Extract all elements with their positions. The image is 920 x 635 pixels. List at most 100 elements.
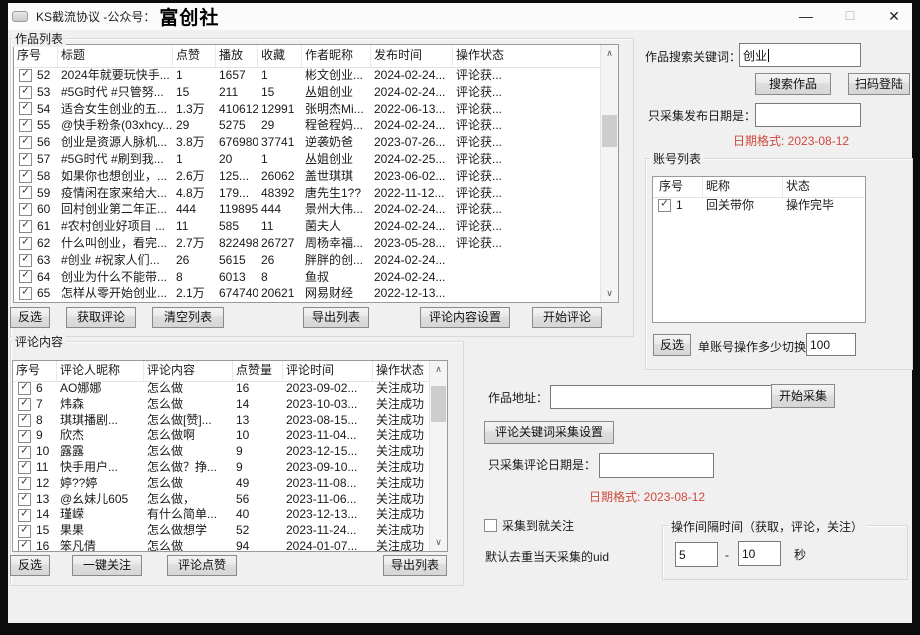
row-checkbox-checked-icon[interactable]: ✓ [19, 86, 32, 99]
accounts-table-row[interactable]: ✓1 回关带你 操作完毕 [653, 197, 865, 214]
comments-table-row[interactable]: ✓11 快手用户... 怎么做？挣... 9 2023-09-10... 关注成… [13, 460, 430, 476]
comment-date-input[interactable] [599, 453, 714, 478]
comments-table-row[interactable]: ✓14 瑾嵘 有什么简单... 40 2023-12-13... 关注成功 [13, 507, 430, 523]
works-col-title[interactable]: 标题 [58, 45, 173, 67]
row-checkbox-checked-icon[interactable]: ✓ [19, 170, 32, 183]
maximize-icon[interactable]: ☐ [839, 3, 861, 29]
comments-export-button[interactable]: 导出列表 [383, 555, 447, 576]
scroll-up-icon[interactable]: ∧ [430, 362, 447, 377]
works-col-plays[interactable]: 播放 [216, 45, 258, 67]
works-scrollbar[interactable]: ∧ ∨ [600, 45, 618, 302]
row-checkbox-checked-icon[interactable]: ✓ [19, 119, 32, 132]
row-checkbox-checked-icon[interactable]: ✓ [658, 199, 671, 212]
row-checkbox-checked-icon[interactable]: ✓ [18, 477, 31, 490]
comments-col-nick[interactable]: 评论人昵称 [57, 361, 144, 381]
comments-table-row[interactable]: ✓6 AO娜娜 怎么做 16 2023-09-02... 关注成功 [13, 381, 430, 397]
works-table-row[interactable]: ✓65 怎样从零开始创业... 2.1万 674740 20621 网易财经 2… [14, 285, 601, 302]
row-checkbox-checked-icon[interactable]: ✓ [19, 254, 32, 267]
accounts-col-seq[interactable]: 序号 [653, 177, 703, 197]
search-keyword-input[interactable]: 创业 [739, 43, 861, 67]
works-table-row[interactable]: ✓60 回村创业第二年正... 444 119895 444 景州大伟... 2… [14, 201, 601, 218]
search-works-button[interactable]: 搜索作品 [755, 73, 831, 95]
row-checkbox-checked-icon[interactable]: ✓ [18, 414, 31, 427]
works-table-row[interactable]: ✓54 适合女生创业的五... 1.3万 410612 12991 张明杰Mi.… [14, 101, 601, 118]
comments-col-likes[interactable]: 点赞量 [233, 361, 283, 381]
row-checkbox-checked-icon[interactable]: ✓ [18, 493, 31, 506]
scroll-down-icon[interactable]: ∨ [430, 535, 447, 550]
works-table-row[interactable]: ✓53 #5G时代 #只管努... 15 211 15 丛姐创业 2024-02… [14, 84, 601, 101]
clear-list-button[interactable]: 清空列表 [152, 307, 224, 328]
works-col-likes[interactable]: 点赞 [173, 45, 216, 67]
works-export-button[interactable]: 导出列表 [303, 307, 369, 328]
row-checkbox-checked-icon[interactable]: ✓ [18, 461, 31, 474]
work-url-input[interactable] [550, 385, 772, 409]
row-checkbox-checked-icon[interactable]: ✓ [18, 540, 31, 551]
works-table-row[interactable]: ✓52 2024年就要玩快手... 1 1657 1 彬文创业... 2024-… [14, 67, 601, 84]
works-scrollbar-thumb[interactable] [602, 115, 617, 147]
works-col-seq[interactable]: 序号 [14, 45, 58, 67]
comments-table-row[interactable]: ✓8 琪琪播剧... 怎么做[赞]... 13 2023-08-15... 关注… [13, 413, 430, 429]
start-collect-button[interactable]: 开始采集 [771, 384, 835, 408]
works-col-author[interactable]: 作者昵称 [302, 45, 371, 67]
row-checkbox-checked-icon[interactable]: ✓ [19, 102, 32, 115]
like-comments-button[interactable]: 评论点赞 [167, 555, 237, 576]
start-comment-button[interactable]: 开始评论 [532, 307, 602, 328]
comments-table-row[interactable]: ✓7 炜森 怎么做 14 2023-10-03... 关注成功 [13, 397, 430, 413]
accounts-invert-button[interactable]: 反选 [653, 334, 691, 356]
row-checkbox-checked-icon[interactable]: ✓ [18, 430, 31, 443]
row-checkbox-checked-icon[interactable]: ✓ [19, 287, 32, 300]
works-table-row[interactable]: ✓55 @快手粉条(03xhcy... 29 5275 29 程爸程妈... 2… [14, 117, 601, 134]
works-col-date[interactable]: 发布时间 [371, 45, 453, 67]
row-checkbox-checked-icon[interactable]: ✓ [19, 203, 32, 216]
publish-date-input[interactable] [755, 103, 861, 127]
row-checkbox-checked-icon[interactable]: ✓ [18, 398, 31, 411]
row-checkbox-checked-icon[interactable]: ✓ [19, 237, 32, 250]
works-table-row[interactable]: ✓58 如果你也想创业，... 2.6万 125... 26062 盖世琪琪 2… [14, 168, 601, 185]
row-checkbox-checked-icon[interactable]: ✓ [19, 153, 32, 166]
works-col-favs[interactable]: 收藏 [258, 45, 302, 67]
accounts-col-status[interactable]: 状态 [783, 177, 865, 197]
comments-col-seq[interactable]: 序号 [13, 361, 57, 381]
close-icon[interactable]: ✕ [883, 3, 905, 29]
comments-scrollbar-thumb[interactable] [431, 386, 446, 422]
row-checkbox-checked-icon[interactable]: ✓ [18, 382, 31, 395]
scroll-up-icon[interactable]: ∧ [601, 46, 618, 61]
row-checkbox-checked-icon[interactable]: ✓ [19, 69, 32, 82]
follow-all-button[interactable]: 一键关注 [72, 555, 142, 576]
row-checkbox-checked-icon[interactable]: ✓ [18, 446, 31, 459]
works-table-row[interactable]: ✓59 疫情闲在家来给大... 4.8万 179... 48392 唐先生1??… [14, 185, 601, 202]
accounts-col-nick[interactable]: 昵称 [703, 177, 783, 197]
comments-col-content[interactable]: 评论内容 [144, 361, 233, 381]
works-table-row[interactable]: ✓56 创业是资源人脉机... 3.8万 676980 37741 逆袭奶爸 2… [14, 134, 601, 151]
row-checkbox-checked-icon[interactable]: ✓ [19, 220, 32, 233]
row-checkbox-checked-icon[interactable]: ✓ [19, 136, 32, 149]
comments-table-row[interactable]: ✓16 笨凡倩 怎么做 94 2024-01-07... 关注成功 [13, 539, 430, 551]
comments-table-row[interactable]: ✓12 婷??婷 怎么做 49 2023-11-08... 关注成功 [13, 476, 430, 492]
minimize-icon[interactable]: — [795, 3, 817, 29]
works-table-row[interactable]: ✓63 #创业 #祝家人们... 26 5615 26 胖胖的创... 2024… [14, 252, 601, 269]
comments-table-row[interactable]: ✓10 露露 怎么做 9 2023-12-15... 关注成功 [13, 444, 430, 460]
comments-col-time[interactable]: 评论时间 [283, 361, 373, 381]
works-table-row[interactable]: ✓61 #农村创业好项目 ... 11 585 11 菌夫人 2024-02-2… [14, 218, 601, 235]
get-comments-button[interactable]: 获取评论 [66, 307, 136, 328]
works-table-row[interactable]: ✓62 什么叫创业，看完... 2.7万 822498 26727 周杨幸福..… [14, 235, 601, 252]
comments-invert-button[interactable]: 反选 [10, 555, 50, 576]
interval-max-input[interactable]: 10 [738, 541, 781, 566]
qr-login-button[interactable]: 扫码登陆 [848, 73, 910, 95]
keyword-collect-settings-button[interactable]: 评论关键词采集设置 [484, 421, 614, 444]
scroll-down-icon[interactable]: ∨ [601, 286, 618, 301]
works-table-row[interactable]: ✓57 #5G时代 #刷到我... 1 20 1 丛姐创业 2024-02-25… [14, 151, 601, 168]
comments-table-row[interactable]: ✓13 @幺妹儿605 怎么做， 56 2023-11-06... 关注成功 [13, 492, 430, 508]
works-invert-button[interactable]: 反选 [10, 307, 50, 328]
row-checkbox-checked-icon[interactable]: ✓ [19, 186, 32, 199]
checkbox-unchecked-icon[interactable] [484, 519, 497, 532]
comments-scrollbar[interactable]: ∧ ∨ [429, 361, 447, 551]
comment-content-settings-button[interactable]: 评论内容设置 [420, 307, 510, 328]
comments-table-row[interactable]: ✓9 欣杰 怎么做啊 10 2023-11-04... 关注成功 [13, 428, 430, 444]
row-checkbox-checked-icon[interactable]: ✓ [18, 509, 31, 522]
account-switch-input[interactable]: 100 [806, 333, 856, 356]
works-table-row[interactable]: ✓64 创业为什么不能带... 8 6013 8 鱼叔 2024-02-24..… [14, 269, 601, 286]
comments-table-row[interactable]: ✓15 果果 怎么做想学 52 2023-11-24... 关注成功 [13, 523, 430, 539]
row-checkbox-checked-icon[interactable]: ✓ [18, 525, 31, 538]
interval-min-input[interactable]: 5 [675, 542, 718, 567]
